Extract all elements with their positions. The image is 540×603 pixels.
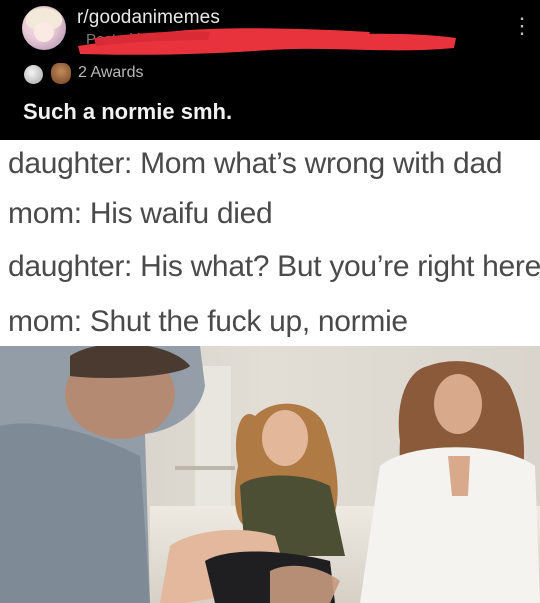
meme-line-3: daughter: His what? But you’re right her… — [8, 250, 540, 283]
more-options-icon[interactable]: ⋮ — [511, 15, 533, 37]
meme-line-1: daughter: Mom what’s wrong with dad — [8, 147, 503, 180]
redaction-scribble — [78, 28, 456, 55]
awards-count: 2 Awards — [78, 64, 144, 81]
silver-award-icon — [24, 65, 43, 84]
meme-line-4: mom: Shut the fuck up, normie — [8, 305, 408, 338]
meme-line-2: mom: His waifu died — [8, 197, 273, 230]
family-photo — [0, 346, 540, 603]
post-title[interactable]: Such a normie smh. — [23, 99, 232, 125]
meme-image[interactable]: daughter: Mom what’s wrong with dad mom:… — [0, 140, 540, 603]
post-header: r/goodanimemes Posted by ⋮ 2 Awards Such… — [0, 0, 540, 140]
avatar-face — [34, 22, 54, 42]
wholesome-award-icon — [51, 63, 71, 84]
subreddit-avatar[interactable] — [22, 6, 66, 50]
